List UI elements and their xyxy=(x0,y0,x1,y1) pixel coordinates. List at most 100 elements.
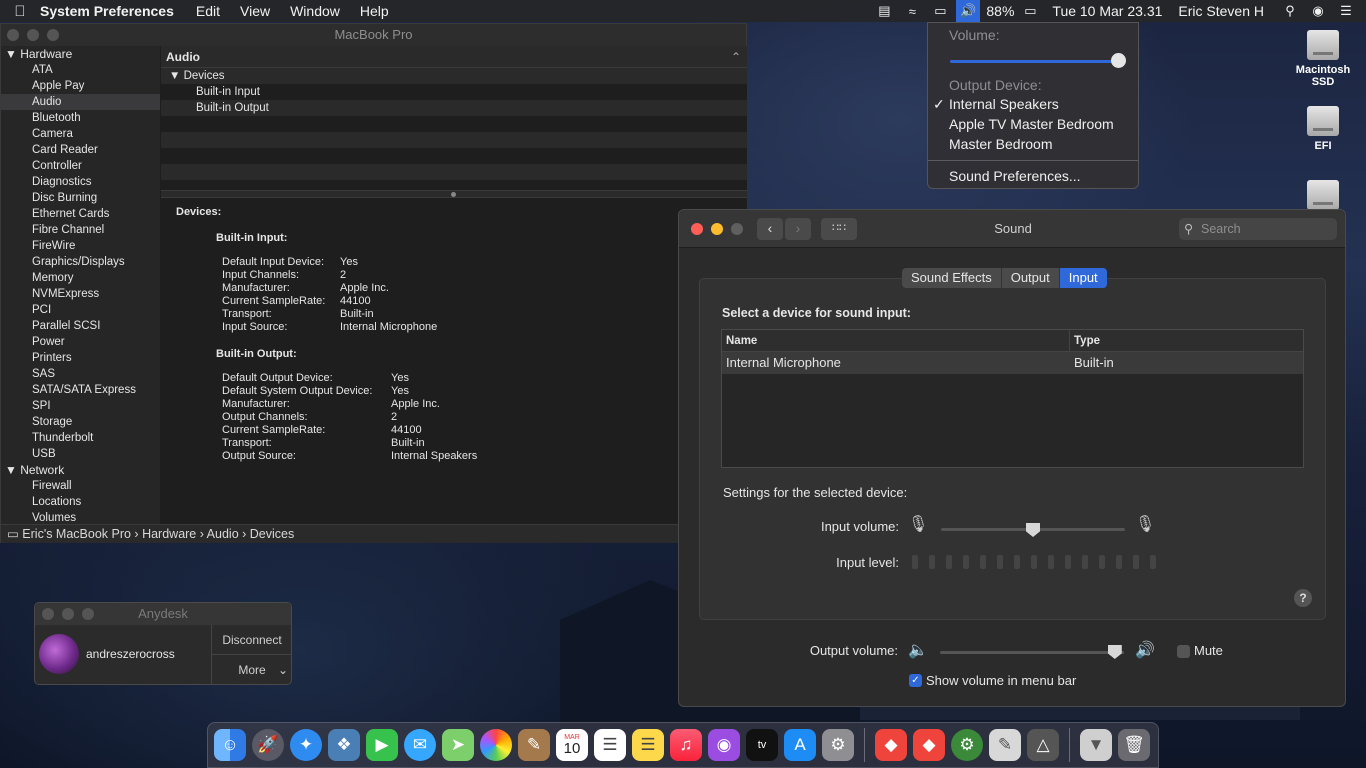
sidebar-group-hardware[interactable]: ▼ Hardware xyxy=(1,46,160,62)
battery-percent[interactable]: 88% xyxy=(986,3,1014,19)
sidebar-item-sas[interactable]: SAS xyxy=(1,366,160,382)
zoom-button[interactable] xyxy=(47,29,59,41)
sidebar-item-pci[interactable]: PCI xyxy=(1,302,160,318)
sidebar-item-camera[interactable]: Camera xyxy=(1,126,160,142)
system-preferences-icon[interactable]: ⚙ xyxy=(822,729,854,761)
spotlight-search-icon[interactable]: ⚲ xyxy=(1278,0,1302,22)
sidebar-item-controller[interactable]: Controller xyxy=(1,158,160,174)
maps-icon[interactable]: ➤ xyxy=(442,729,474,761)
sidebar-item-diagnostics[interactable]: Diagnostics xyxy=(1,174,160,190)
sidebar-item-bluetooth[interactable]: Bluetooth xyxy=(1,110,160,126)
notes-book-icon[interactable]: ✎ xyxy=(518,729,550,761)
sidebar-item-nvmexpress[interactable]: NVMExpress xyxy=(1,286,160,302)
path-text[interactable]: Eric's MacBook Pro › Hardware › Audio › … xyxy=(22,527,294,541)
column-type[interactable]: Type xyxy=(1070,330,1100,351)
tab-input[interactable]: Input xyxy=(1059,268,1107,288)
tree-row-devices[interactable]: ▼ Devices xyxy=(161,68,747,84)
trash-icon[interactable]: 🗑 xyxy=(1118,729,1150,761)
input-volume-slider-knob[interactable] xyxy=(1026,523,1040,537)
app-menu[interactable]: System Preferences xyxy=(40,3,174,19)
output-volume-slider-track[interactable] xyxy=(940,651,1124,654)
wifi-icon[interactable]: ≈ xyxy=(900,0,924,22)
notes-icon[interactable]: ☰ xyxy=(632,729,664,761)
anydesk-alt-icon[interactable]: ◆ xyxy=(913,729,945,761)
sidebar-item-audio[interactable]: Audio xyxy=(1,94,160,110)
device-apple-tv-master-bedroom[interactable]: Apple TV Master Bedroom xyxy=(928,116,1138,132)
sidebar-item-card-reader[interactable]: Card Reader xyxy=(1,142,160,158)
zoom-button[interactable] xyxy=(82,608,94,620)
launchpad-icon[interactable]: 🚀 xyxy=(252,729,284,761)
minimize-button[interactable] xyxy=(62,608,74,620)
disconnect-button[interactable]: Disconnect xyxy=(211,625,292,655)
safari-icon[interactable]: ✦ xyxy=(290,729,322,761)
sound-preferences-item[interactable]: Sound Preferences... xyxy=(928,168,1138,184)
sidebar-item-ethernet-cards[interactable]: Ethernet Cards xyxy=(1,206,160,222)
music-icon[interactable]: ♫ xyxy=(670,729,702,761)
menu-view[interactable]: View xyxy=(240,3,270,19)
battery-icon[interactable]: ▭ xyxy=(1018,0,1042,22)
menu-help[interactable]: Help xyxy=(360,3,389,19)
preview-icon[interactable]: ❖ xyxy=(328,729,360,761)
sidebar-item-thunderbolt[interactable]: Thunderbolt xyxy=(1,430,160,446)
airplay-icon[interactable]: ▭ xyxy=(928,0,952,22)
show-volume-label[interactable]: Show volume in menu bar xyxy=(926,673,1076,688)
desktop-icon-efi[interactable]: EFI xyxy=(1288,106,1358,152)
tree-row-built-in-input[interactable]: Built-in Input xyxy=(161,84,747,100)
sidebar-item-disc-burning[interactable]: Disc Burning xyxy=(1,190,160,206)
siri-icon[interactable]: ◉ xyxy=(1306,0,1330,22)
notification-center-icon[interactable]: ☰ xyxy=(1334,0,1358,22)
sidebar-item-spi[interactable]: SPI xyxy=(1,398,160,414)
gear-green-icon[interactable]: ⚙ xyxy=(951,729,983,761)
sidebar-item-firewire[interactable]: FireWire xyxy=(1,238,160,254)
table-row[interactable]: Internal Microphone Built-in xyxy=(722,352,1303,374)
sidebar-item-memory[interactable]: Memory xyxy=(1,270,160,286)
close-button[interactable] xyxy=(42,608,54,620)
sidebar-item-volumes[interactable]: Volumes xyxy=(1,510,160,524)
sidebar-item-ata[interactable]: ATA xyxy=(1,62,160,78)
tab-sound-effects[interactable]: Sound Effects xyxy=(902,268,1002,288)
facetime-icon[interactable]: ▶ xyxy=(366,729,398,761)
close-button[interactable] xyxy=(7,29,19,41)
calendar-icon[interactable]: MAR 10 xyxy=(556,729,588,761)
apple-menu-icon[interactable]:  xyxy=(0,3,40,20)
device-internal-speakers[interactable]: ✓ Internal Speakers xyxy=(928,96,1138,112)
anydesk-icon[interactable]: ◆ xyxy=(875,729,907,761)
sidebar-item-printers[interactable]: Printers xyxy=(1,350,160,366)
mute-label[interactable]: Mute xyxy=(1194,643,1223,658)
column-name[interactable]: Name xyxy=(722,330,1070,351)
search-input[interactable]: ⚲ Search xyxy=(1179,218,1337,240)
volume-slider-track[interactable] xyxy=(950,60,1122,63)
desktop-icon-macintosh-ssd[interactable]: Macintosh SSD xyxy=(1288,30,1358,88)
user-menu[interactable]: Eric Steven H xyxy=(1178,3,1264,19)
sidebar-item-parallel-scsi[interactable]: Parallel SCSI xyxy=(1,318,160,334)
minimize-button[interactable] xyxy=(27,29,39,41)
tree-row-built-in-output[interactable]: Built-in Output xyxy=(161,100,747,116)
compass-tool-icon[interactable]: △ xyxy=(1027,729,1059,761)
sidebar-item-apple-pay[interactable]: Apple Pay xyxy=(1,78,160,94)
sidebar-item-sata[interactable]: SATA/SATA Express xyxy=(1,382,160,398)
activity-monitor-icon[interactable]: ▤ xyxy=(872,0,896,22)
menu-window[interactable]: Window xyxy=(290,3,340,19)
output-volume-slider-knob[interactable] xyxy=(1107,645,1122,659)
messages-icon[interactable]: ✉ xyxy=(404,729,436,761)
sidebar-item-usb[interactable]: USB xyxy=(1,446,160,462)
tab-output[interactable]: Output xyxy=(1002,268,1060,288)
downloads-folder-icon[interactable]: ▼ xyxy=(1080,729,1112,761)
menu-edit[interactable]: Edit xyxy=(196,3,220,19)
sidebar-item-storage[interactable]: Storage xyxy=(1,414,160,430)
device-master-bedroom[interactable]: Master Bedroom xyxy=(928,136,1138,152)
help-button[interactable]: ? xyxy=(1294,589,1312,607)
apple-tv-icon[interactable]: tv xyxy=(746,729,778,761)
more-button[interactable]: More ⌄ xyxy=(211,655,292,685)
volume-slider-knob[interactable] xyxy=(1111,53,1126,68)
sidebar-item-power[interactable]: Power xyxy=(1,334,160,350)
sidebar-item-firewall[interactable]: Firewall xyxy=(1,478,160,494)
reminders-icon[interactable]: ☰ xyxy=(594,729,626,761)
photos-icon[interactable] xyxy=(480,729,512,761)
column-header[interactable]: Audio ⌃ xyxy=(161,46,747,68)
sidebar-item-locations[interactable]: Locations xyxy=(1,494,160,510)
podcasts-icon[interactable]: ◉ xyxy=(708,729,740,761)
clock[interactable]: Tue 10 Mar 23.31 xyxy=(1052,3,1162,19)
show-volume-checkbox[interactable]: ✓ xyxy=(909,674,922,687)
finder-icon[interactable]: ☺ xyxy=(214,729,246,761)
